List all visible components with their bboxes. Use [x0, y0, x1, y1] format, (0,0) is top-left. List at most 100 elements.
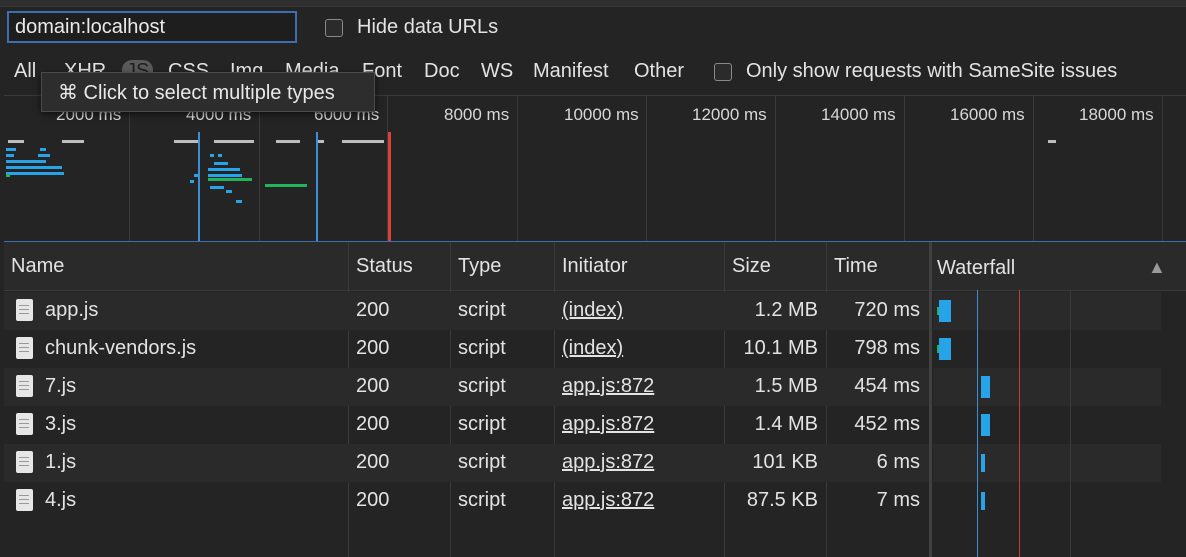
waterfall-bar — [981, 454, 985, 472]
request-name: 4.js — [45, 489, 77, 511]
overview-mark — [38, 154, 50, 157]
request-status: 200 — [356, 299, 390, 321]
overview-mark — [214, 140, 254, 143]
request-status: 200 — [356, 375, 390, 397]
column-divider[interactable] — [929, 242, 932, 557]
overview-mark — [276, 140, 300, 143]
column-header-waterfall[interactable]: Waterfall — [937, 257, 1015, 280]
column-header-time[interactable]: Time — [834, 255, 878, 278]
grid-line — [1070, 290, 1071, 557]
table-row[interactable]: 4.js 200 script app.js:872 87.5 KB 7 ms — [4, 482, 929, 520]
overview-mark — [6, 154, 14, 157]
request-time: 452 ms — [854, 413, 920, 435]
overview-mark — [208, 168, 240, 171]
request-initiator-link[interactable]: (index) — [562, 337, 623, 360]
file-icon — [16, 489, 33, 511]
table-header: Name Status Type Initiator Size Time Wat… — [4, 242, 1186, 291]
waterfall-bar — [937, 345, 939, 353]
request-time: 720 ms — [854, 299, 920, 321]
timeline-overview[interactable]: 2000 ms 4000 ms 6000 ms 8000 ms 10000 ms… — [4, 95, 1186, 242]
request-initiator-link[interactable]: app.js:872 — [562, 451, 654, 474]
sort-ascending-icon[interactable]: ▲ — [1148, 257, 1166, 278]
column-header-status[interactable]: Status — [356, 255, 413, 278]
request-size: 87.5 KB — [746, 489, 818, 511]
overview-mark — [214, 162, 228, 165]
request-time: 454 ms — [854, 375, 920, 397]
request-time: 7 ms — [876, 489, 920, 511]
waterfall-bar — [981, 376, 990, 398]
overview-mark — [342, 140, 384, 143]
column-header-type[interactable]: Type — [458, 255, 501, 278]
request-initiator-link[interactable]: app.js:872 — [562, 413, 654, 436]
grid-line — [904, 96, 905, 242]
column-header-name[interactable]: Name — [11, 255, 64, 278]
dom-content-loaded-marker — [198, 132, 200, 242]
filter-toolbar: Hide data URLs — [0, 7, 1186, 51]
request-initiator-link[interactable]: app.js:872 — [562, 375, 654, 398]
type-filter-ws[interactable]: WS — [481, 60, 513, 83]
waterfall-row — [933, 368, 1161, 406]
waterfall-row — [933, 482, 1161, 520]
request-time: 6 ms — [876, 451, 920, 473]
hide-data-urls-label[interactable]: Hide data URLs — [357, 16, 498, 39]
table-row[interactable]: 1.js 200 script app.js:872 101 KB 6 ms — [4, 444, 929, 482]
dom-content-loaded-marker — [316, 132, 318, 242]
overview-mark — [174, 140, 198, 143]
request-size: 101 KB — [752, 451, 818, 473]
request-size: 1.5 MB — [754, 375, 818, 397]
hide-data-urls-checkbox[interactable] — [325, 19, 343, 37]
request-time: 798 ms — [854, 337, 920, 359]
samesite-checkbox[interactable] — [714, 63, 732, 81]
load-event-marker — [1019, 290, 1020, 557]
request-initiator-link[interactable]: app.js:872 — [562, 489, 654, 512]
requests-table: Name Status Type Initiator Size Time Wat… — [4, 241, 1186, 557]
type-filter-doc[interactable]: Doc — [424, 60, 460, 83]
type-filter-all[interactable]: All — [14, 60, 36, 83]
file-icon — [16, 413, 33, 435]
table-row[interactable]: 7.js 200 script app.js:872 1.5 MB 454 ms — [4, 368, 929, 406]
timeline-tick: 12000 ms — [692, 105, 767, 124]
waterfall-row — [933, 406, 1161, 444]
request-name: 1.js — [45, 451, 77, 473]
request-status: 200 — [356, 337, 390, 359]
type-filter-tooltip: ⌘ Click to select multiple types — [41, 72, 375, 112]
overview-mark — [6, 166, 62, 169]
grid-line — [646, 96, 647, 242]
table-row[interactable]: 3.js 200 script app.js:872 1.4 MB 452 ms — [4, 406, 929, 444]
type-filter-manifest[interactable]: Manifest — [533, 60, 609, 83]
column-header-initiator[interactable]: Initiator — [562, 255, 628, 278]
file-icon — [16, 337, 33, 359]
load-event-marker — [388, 132, 391, 242]
request-status: 200 — [356, 451, 390, 473]
overview-mark — [210, 154, 214, 157]
request-type: script — [458, 451, 506, 473]
samesite-label[interactable]: Only show requests with SameSite issues — [746, 60, 1117, 83]
overview-mark — [218, 154, 222, 157]
grid-line — [259, 96, 260, 242]
table-row[interactable]: chunk-vendors.js 200 script (index) 10.1… — [4, 330, 929, 368]
request-type: script — [458, 413, 506, 435]
request-type: script — [458, 489, 506, 511]
table-row[interactable]: app.js 200 script (index) 1.2 MB 720 ms — [4, 292, 929, 330]
request-type: script — [458, 375, 506, 397]
filter-input[interactable] — [7, 11, 297, 43]
waterfall-bar — [939, 338, 951, 360]
overview-mark — [190, 180, 194, 183]
overview-mark — [6, 148, 16, 151]
request-type: script — [458, 337, 506, 359]
waterfall-bar — [939, 300, 951, 322]
request-size: 1.4 MB — [754, 413, 818, 435]
request-initiator-link[interactable]: (index) — [562, 299, 623, 322]
request-status: 200 — [356, 413, 390, 435]
overview-mark — [236, 200, 242, 203]
grid-line — [1033, 96, 1034, 242]
request-size: 1.2 MB — [754, 299, 818, 321]
waterfall-row — [933, 444, 1161, 482]
overview-mark — [265, 184, 307, 187]
timeline-tick: 18000 ms — [1079, 105, 1154, 124]
overview-mark — [208, 178, 252, 181]
overview-mark — [8, 140, 24, 143]
column-header-size[interactable]: Size — [732, 255, 771, 278]
file-icon — [16, 451, 33, 473]
type-filter-other[interactable]: Other — [634, 60, 684, 83]
